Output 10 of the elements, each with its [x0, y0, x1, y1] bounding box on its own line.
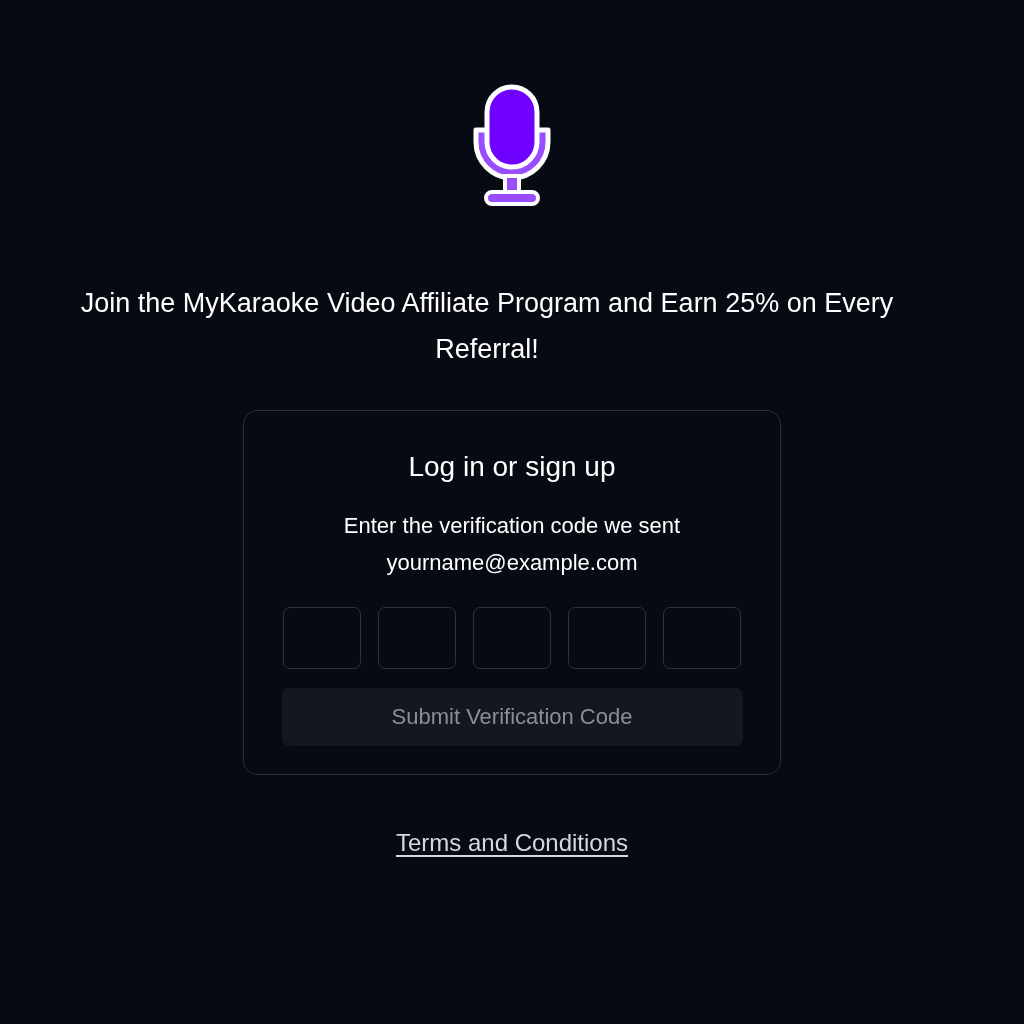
code-input-field[interactable]	[663, 607, 741, 669]
code-input-field[interactable]	[378, 607, 456, 669]
instruction-text: Enter the verification code we sent	[343, 512, 681, 540]
headline: Join the MyKaraoke Video Affiliate Program and Earn 25% on Every Referral!	[79, 287, 895, 366]
terms-link[interactable]: Terms and Conditions	[395, 829, 629, 857]
code-input-field[interactable]	[568, 607, 646, 669]
email-text: yourname@example.com	[386, 549, 638, 577]
code-input-field[interactable]	[283, 607, 361, 669]
card-title: Log in or sign up	[408, 450, 616, 484]
code-input-field[interactable]	[473, 607, 551, 669]
